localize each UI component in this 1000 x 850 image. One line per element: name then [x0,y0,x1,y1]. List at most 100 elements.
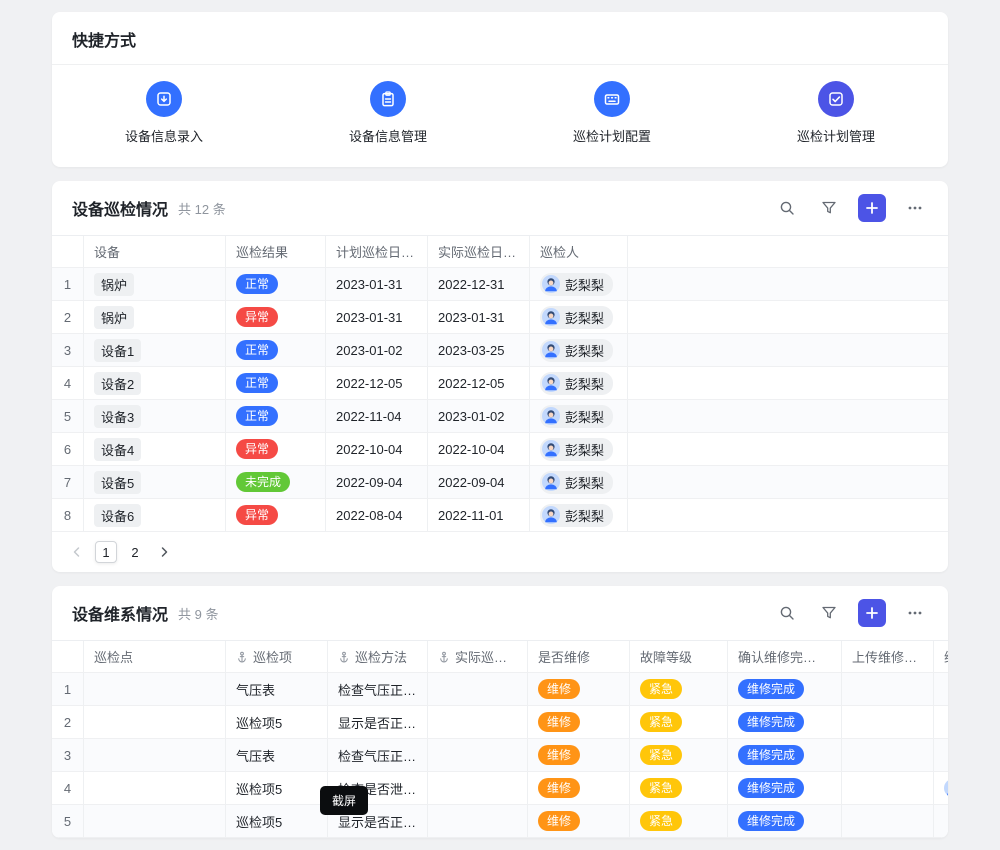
point-cell[interactable] [84,739,226,771]
column-header-device[interactable]: 设备 [84,236,226,267]
inspector-cell[interactable]: 彭梨梨 [530,466,628,498]
inspector-cell[interactable]: 彭梨梨 [530,367,628,399]
add-record-button[interactable] [858,599,886,627]
item-cell[interactable]: 巡检项5 [226,772,328,804]
shortcut-device-entry[interactable]: 设备信息录入 [52,81,276,145]
level-cell[interactable]: 紧急 [630,673,728,705]
confirm-cell[interactable]: 维修完成 [728,772,842,804]
repair-cell[interactable]: 维修 [528,706,630,738]
row-number[interactable]: 2 [52,706,84,738]
actual-date-cell[interactable]: 2022-12-31 [428,268,530,300]
actual-date-cell[interactable]: 2023-03-25 [428,334,530,366]
row-number[interactable]: 3 [52,334,84,366]
planned-date-cell[interactable]: 2022-12-05 [326,367,428,399]
actual-cell[interactable] [428,706,528,738]
device-cell[interactable]: 锅炉 [84,268,226,300]
row-number[interactable]: 4 [52,772,84,804]
worker-cell[interactable] [934,772,948,804]
level-cell[interactable]: 紧急 [630,706,728,738]
device-cell[interactable]: 设备2 [84,367,226,399]
shortcut-plan-manage[interactable]: 巡检计划管理 [724,81,948,145]
row-number[interactable]: 5 [52,805,84,837]
row-number[interactable]: 1 [52,673,84,705]
planned-date-cell[interactable]: 2023-01-31 [326,268,428,300]
device-cell[interactable]: 设备5 [84,466,226,498]
confirm-cell[interactable]: 维修完成 [728,739,842,771]
page-button-2[interactable]: 2 [124,541,146,563]
row-number[interactable]: 2 [52,301,84,333]
level-cell[interactable]: 紧急 [630,805,728,837]
repair-cell[interactable]: 维修 [528,805,630,837]
inspector-cell[interactable]: 彭梨梨 [530,499,628,531]
item-cell[interactable]: 气压表 [226,739,328,771]
planned-date-cell[interactable]: 2022-08-04 [326,499,428,531]
column-header-actual[interactable]: 实际巡检日… [428,236,530,267]
planned-date-cell[interactable]: 2023-01-02 [326,334,428,366]
row-number[interactable]: 8 [52,499,84,531]
planned-date-cell[interactable]: 2022-09-04 [326,466,428,498]
level-cell[interactable]: 紧急 [630,772,728,804]
device-cell[interactable]: 设备3 [84,400,226,432]
result-cell[interactable]: 正常 [226,367,326,399]
actual-cell[interactable] [428,673,528,705]
shortcut-plan-config[interactable]: 巡检计划配置 [500,81,724,145]
inspector-cell[interactable]: 彭梨梨 [530,268,628,300]
device-cell[interactable]: 设备4 [84,433,226,465]
device-cell[interactable]: 设备1 [84,334,226,366]
upload-cell[interactable] [842,739,934,771]
column-header-level[interactable]: 故障等级 [630,641,728,672]
column-header-worker[interactable]: 维 [934,641,948,672]
planned-date-cell[interactable]: 2022-11-04 [326,400,428,432]
confirm-cell[interactable]: 维修完成 [728,805,842,837]
worker-cell[interactable] [934,706,948,738]
actual-cell[interactable] [428,739,528,771]
method-cell[interactable]: 显示是否正… [328,706,428,738]
inspector-cell[interactable]: 彭梨梨 [530,301,628,333]
row-number[interactable]: 1 [52,268,84,300]
inspector-cell[interactable]: 彭梨梨 [530,334,628,366]
level-cell[interactable]: 紧急 [630,739,728,771]
repair-cell[interactable]: 维修 [528,739,630,771]
result-cell[interactable]: 正常 [226,268,326,300]
add-record-button[interactable] [858,194,886,222]
result-cell[interactable]: 正常 [226,400,326,432]
result-cell[interactable]: 异常 [226,301,326,333]
actual-date-cell[interactable]: 2022-12-05 [428,367,530,399]
filter-icon[interactable] [816,600,842,626]
more-icon[interactable] [902,600,928,626]
row-number[interactable]: 7 [52,466,84,498]
inspector-cell[interactable]: 彭梨梨 [530,433,628,465]
page-button-1[interactable]: 1 [95,541,117,563]
column-header-point[interactable]: 巡检点 [84,641,226,672]
inspector-cell[interactable]: 彭梨梨 [530,400,628,432]
worker-cell[interactable] [934,805,948,837]
row-number[interactable]: 5 [52,400,84,432]
device-cell[interactable]: 设备6 [84,499,226,531]
column-header-actual[interactable]: 实际巡… [428,641,528,672]
row-number[interactable]: 6 [52,433,84,465]
column-header-upload[interactable]: 上传维修结… [842,641,934,672]
row-number[interactable]: 4 [52,367,84,399]
method-cell[interactable]: 检查气压正… [328,673,428,705]
result-cell[interactable]: 异常 [226,499,326,531]
repair-cell[interactable]: 维修 [528,673,630,705]
point-cell[interactable] [84,772,226,804]
upload-cell[interactable] [842,805,934,837]
upload-cell[interactable] [842,706,934,738]
device-cell[interactable]: 锅炉 [84,301,226,333]
actual-date-cell[interactable]: 2023-01-02 [428,400,530,432]
method-cell[interactable]: 检查气压正… [328,739,428,771]
upload-cell[interactable] [842,772,934,804]
worker-cell[interactable] [934,673,948,705]
search-icon[interactable] [774,195,800,221]
planned-date-cell[interactable]: 2023-01-31 [326,301,428,333]
actual-date-cell[interactable]: 2022-10-04 [428,433,530,465]
column-header-result[interactable]: 巡检结果 [226,236,326,267]
result-cell[interactable]: 正常 [226,334,326,366]
worker-cell[interactable] [934,739,948,771]
actual-date-cell[interactable]: 2022-09-04 [428,466,530,498]
result-cell[interactable]: 未完成 [226,466,326,498]
point-cell[interactable] [84,706,226,738]
actual-date-cell[interactable]: 2022-11-01 [428,499,530,531]
prev-page-icon[interactable] [66,541,88,563]
